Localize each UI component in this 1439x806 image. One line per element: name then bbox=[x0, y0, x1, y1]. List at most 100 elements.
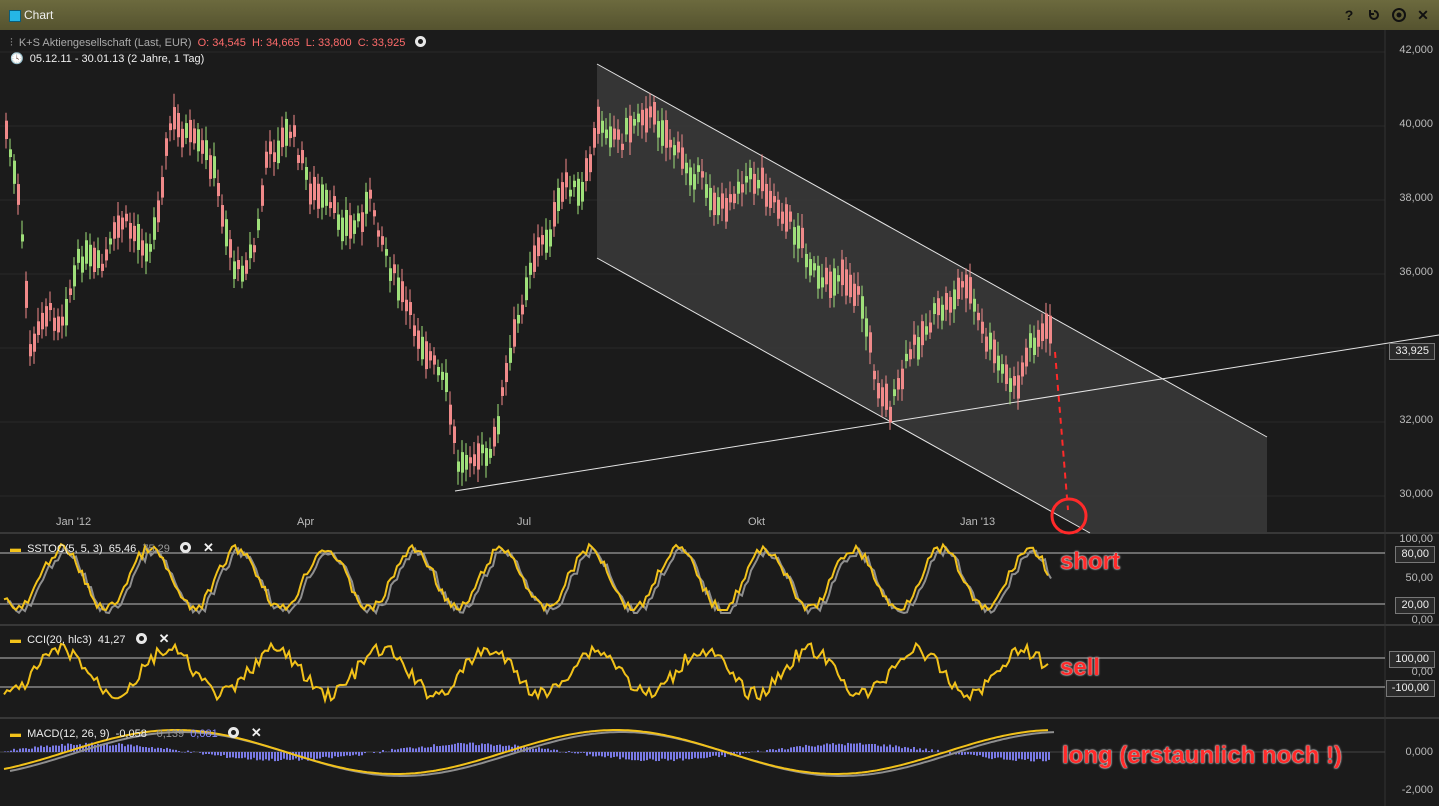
candle-body bbox=[989, 332, 992, 350]
cci-line bbox=[3, 641, 1049, 705]
target-icon[interactable] bbox=[1390, 6, 1408, 24]
macd-hist-bar bbox=[643, 752, 645, 761]
candle-body bbox=[601, 120, 604, 133]
macd-hist-bar bbox=[1015, 752, 1017, 761]
candle-body bbox=[65, 298, 68, 326]
cci-tick: 0,00 bbox=[1411, 666, 1433, 678]
candle-body bbox=[433, 355, 436, 365]
price-tick: 38,000 bbox=[1399, 192, 1433, 204]
cci-legend: ▬ CCI(20, hlc3) 41,27 ✕ bbox=[10, 631, 170, 647]
macd-hist-bar bbox=[436, 746, 438, 752]
candle-body bbox=[865, 318, 868, 337]
macd-hist-bar bbox=[481, 743, 483, 752]
macd-hist-bar bbox=[106, 743, 108, 752]
candle-body bbox=[521, 304, 524, 315]
macd-hist-bar bbox=[772, 749, 774, 752]
close-icon[interactable]: ✕ bbox=[1414, 6, 1432, 24]
candle-body bbox=[625, 117, 628, 135]
price-chart-canvas[interactable] bbox=[0, 30, 1439, 806]
candle-body bbox=[685, 162, 688, 174]
macd-hist-bar bbox=[964, 752, 966, 755]
macd-hist-bar bbox=[220, 752, 222, 756]
macd-hist-bar bbox=[430, 747, 432, 752]
candle-body bbox=[441, 371, 444, 380]
candle-body bbox=[909, 349, 912, 360]
candle-body bbox=[549, 229, 552, 247]
stoch-settings-icon[interactable] bbox=[179, 542, 191, 553]
macd-value: -0,058 bbox=[115, 728, 147, 740]
candle-body bbox=[941, 304, 944, 321]
candle-body bbox=[633, 119, 636, 126]
candle-body bbox=[889, 406, 892, 423]
candle-body bbox=[357, 213, 360, 222]
macd-hist-bar bbox=[814, 746, 816, 752]
macd-hist-bar bbox=[784, 749, 786, 752]
macd-hist-bar bbox=[433, 744, 435, 752]
chart-pane[interactable]: ⫶ K+S Aktiengesellschaft (Last, EUR) O: … bbox=[0, 30, 1439, 806]
candle-body bbox=[945, 293, 948, 310]
candle-body bbox=[225, 219, 228, 247]
candle-body bbox=[877, 383, 880, 399]
candle-body bbox=[453, 426, 456, 444]
help-icon[interactable]: ? bbox=[1340, 6, 1358, 24]
macd-hist-bar bbox=[316, 752, 318, 759]
candle-body bbox=[613, 128, 616, 140]
macd-hist-bar bbox=[742, 752, 744, 754]
candle-body bbox=[657, 121, 660, 138]
macd-hist-bar bbox=[925, 748, 927, 752]
candle-body bbox=[481, 444, 484, 454]
candle-body bbox=[997, 355, 1000, 371]
cci-close-icon[interactable]: ✕ bbox=[159, 631, 170, 647]
macd-hist-bar bbox=[577, 752, 579, 754]
candle-body bbox=[393, 264, 396, 274]
macd-hist-bar bbox=[937, 749, 939, 752]
macd-hist-bar bbox=[856, 743, 858, 752]
macd-hist-bar bbox=[133, 746, 135, 752]
ohlc-low: L: 33,800 bbox=[305, 37, 352, 49]
macd-settings-icon[interactable] bbox=[227, 727, 239, 738]
candle-body bbox=[409, 302, 412, 316]
candle-body bbox=[725, 198, 728, 222]
macd-hist-bar bbox=[475, 745, 477, 752]
macd-hist-bar bbox=[130, 744, 132, 752]
macd-close-icon[interactable]: ✕ bbox=[251, 725, 262, 741]
candle-body bbox=[137, 224, 140, 250]
macd-hist-bar bbox=[868, 743, 870, 752]
macd-hist-bar bbox=[676, 752, 678, 760]
macd-hist-bar bbox=[835, 744, 837, 752]
candle-body bbox=[513, 319, 516, 347]
reset-icon[interactable] bbox=[1365, 6, 1383, 24]
macd-hist-bar bbox=[775, 750, 777, 752]
candle-body bbox=[881, 387, 884, 407]
settings-icon[interactable] bbox=[415, 36, 427, 47]
candle-body bbox=[729, 194, 732, 203]
price-tick: 42,000 bbox=[1399, 44, 1433, 56]
macd-hist-bar bbox=[502, 746, 504, 752]
candle-body bbox=[337, 214, 340, 230]
macd-hist-bar bbox=[361, 752, 363, 756]
macd-hist-bar bbox=[268, 752, 270, 761]
candle-body bbox=[9, 149, 12, 158]
cci-settings-icon[interactable] bbox=[135, 633, 147, 644]
candle-body bbox=[1029, 333, 1032, 348]
date-range[interactable]: 🕓 05.12.11 - 30.01.13 (2 Jahre, 1 Tag) bbox=[10, 52, 207, 65]
stoch-close-icon[interactable]: ✕ bbox=[203, 540, 214, 556]
macd-hist-bar bbox=[568, 750, 570, 752]
candle-body bbox=[57, 316, 60, 333]
candle-body bbox=[437, 366, 440, 376]
candle-body bbox=[385, 249, 388, 256]
candle-body bbox=[469, 457, 472, 464]
macd-hist-bar bbox=[52, 745, 54, 752]
candle-body bbox=[329, 202, 332, 209]
annotation-short: short bbox=[1060, 548, 1120, 575]
candle-body bbox=[245, 260, 248, 274]
macd-hist-bar bbox=[853, 743, 855, 752]
candle-body bbox=[609, 126, 612, 148]
candle-body bbox=[929, 322, 932, 333]
macd-hist-bar bbox=[445, 745, 447, 752]
candle-body bbox=[529, 262, 532, 275]
macd-hist-bar bbox=[250, 752, 252, 760]
macd-hist-bar bbox=[1012, 752, 1014, 761]
macd-hist-bar bbox=[922, 750, 924, 752]
candle-body bbox=[77, 248, 80, 263]
